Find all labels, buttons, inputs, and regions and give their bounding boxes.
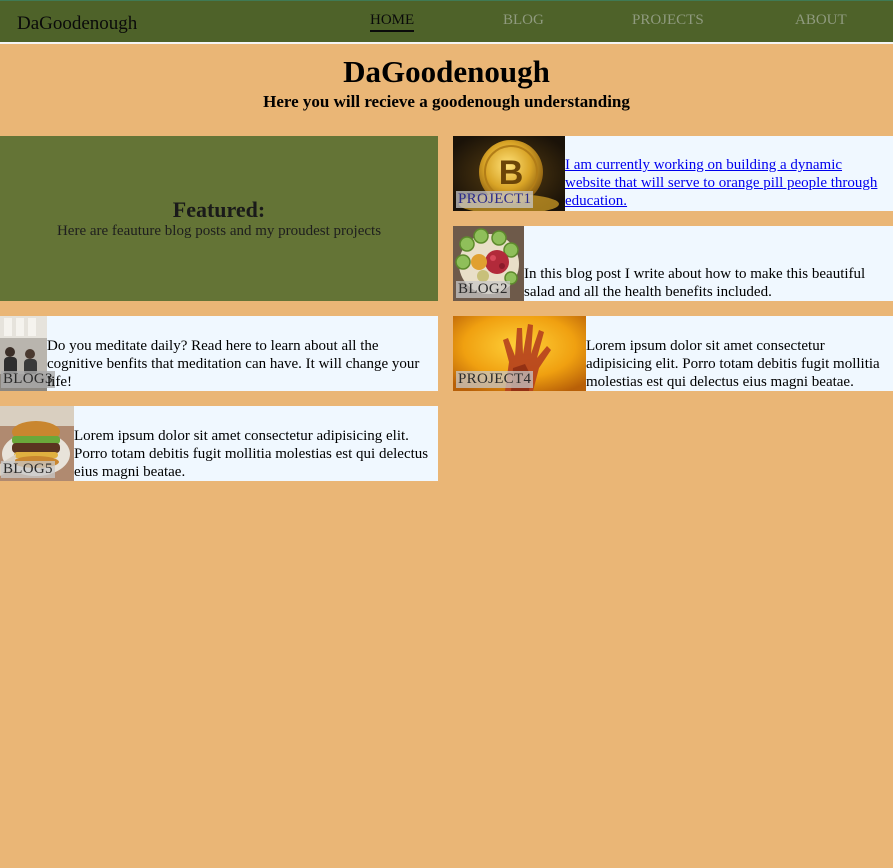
hand-image[interactable]: PROJECT4 (453, 316, 586, 391)
page-title: DaGoodenough (343, 54, 550, 89)
nav-link-blog[interactable]: BLOG (503, 12, 544, 29)
nav-link-about[interactable]: ABOUT (795, 12, 847, 29)
featured-panel: Featured: Here are feauture blog posts a… (0, 136, 438, 301)
navbar: DaGoodenough HOME BLOG PROJECTS ABOUT (0, 0, 893, 44)
featured-description: Here are feauture blog posts and my prou… (56, 223, 382, 239)
project1-link[interactable]: I am currently working on building a dyn… (565, 157, 877, 209)
card-label: PROJECT4 (456, 371, 534, 388)
card-description: I am currently working on building a dyn… (565, 156, 893, 210)
card-blog2[interactable]: BLOG2 In this blog post I write about ho… (453, 226, 893, 301)
nav-link-home[interactable]: HOME (370, 12, 415, 32)
bitcoin-image[interactable]: B PROJECT1 (453, 136, 565, 211)
card-description: Do you meditate daily? Read here to lear… (47, 338, 420, 390)
featured-title: Featured: (172, 197, 266, 222)
card-label: BLOG5 (1, 461, 55, 478)
card-description: Lorem ipsum dolor sit amet consectetur a… (586, 338, 880, 390)
salad-image[interactable]: BLOG2 (453, 226, 524, 301)
card-project1[interactable]: B PROJECT1 I am currently working on bui… (453, 136, 893, 211)
card-label: BLOG2 (456, 281, 510, 298)
page-subtitle: Here you will recieve a goodenough under… (263, 92, 630, 111)
burger-image[interactable]: BLOG5 (0, 406, 74, 481)
svg-text:B: B (499, 154, 524, 192)
brand-logo[interactable]: DaGoodenough (17, 13, 137, 35)
card-description: In this blog post I write about how to m… (524, 266, 866, 300)
card-project4[interactable]: PROJECT4 Lorem ipsum dolor sit amet cons… (453, 316, 893, 391)
nav-link-projects[interactable]: PROJECTS (632, 12, 704, 29)
meditation-image[interactable]: BLOG3 (0, 316, 55, 391)
card-label: PROJECT1 (456, 191, 534, 208)
card-blog3[interactable]: BLOG3 Do you meditate daily? Read here t… (0, 316, 438, 391)
card-description: Lorem ipsum dolor sit amet consectetur a… (74, 428, 429, 480)
card-blog5[interactable]: BLOG5 Lorem ipsum dolor sit amet consect… (0, 406, 438, 481)
